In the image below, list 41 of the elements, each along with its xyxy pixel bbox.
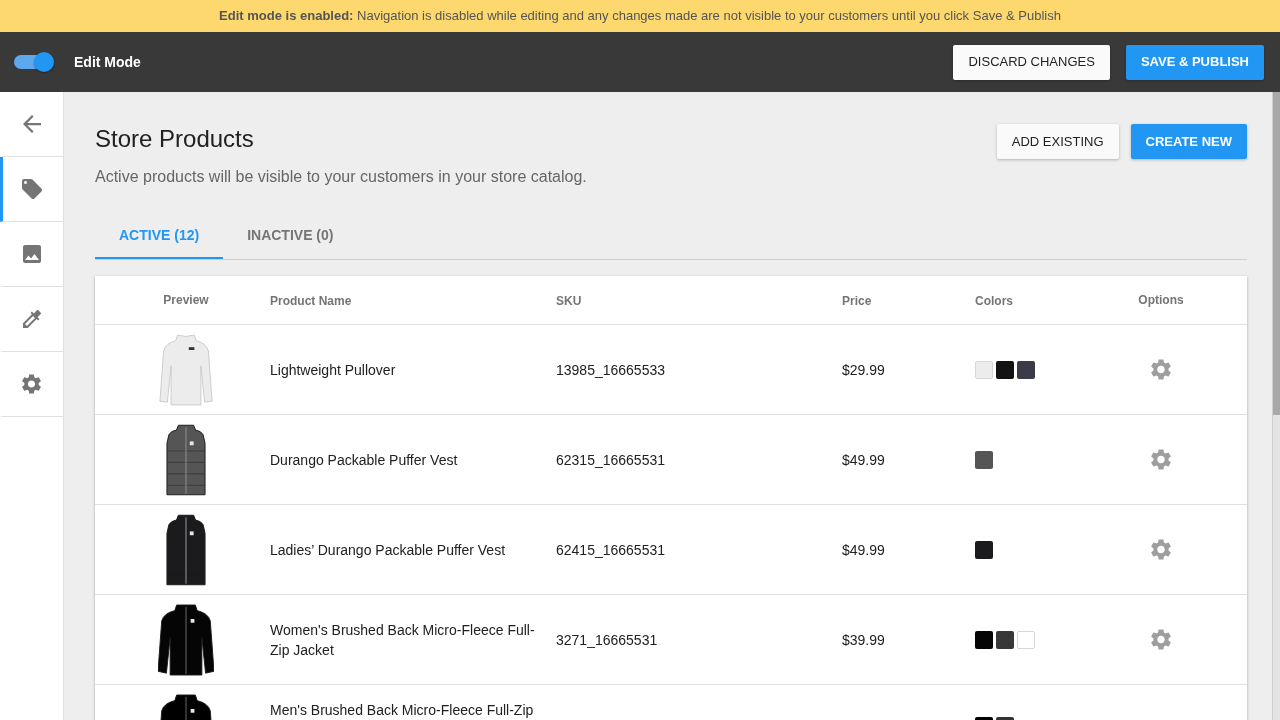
discard-changes-button[interactable]: DISCARD CHANGES <box>953 44 1110 80</box>
tab[interactable]: INACTIVE (0) <box>223 213 358 259</box>
price-text: $39.99 <box>842 631 885 648</box>
tab[interactable]: ACTIVE (12) <box>95 213 224 259</box>
page-subtitle: Active products will be visible to your customers in your store catalog. <box>95 167 587 187</box>
price-text: $29.99 <box>842 361 885 378</box>
scrollbar-thumb[interactable] <box>1273 92 1280 415</box>
create-new-button[interactable]: CREATE NEW <box>1130 124 1247 159</box>
page-title: Store Products <box>95 124 255 154</box>
sku-text: 3271_16665531 <box>556 631 658 648</box>
sku-text: 13985_16665533 <box>556 361 665 378</box>
column-header: Price <box>842 294 872 308</box>
settings-icon[interactable] <box>1151 359 1171 380</box>
settings-icon[interactable] <box>1151 449 1171 470</box>
column-header: SKU <box>556 294 582 308</box>
column-header: Colors <box>975 294 1013 308</box>
settings-icon[interactable] <box>1151 629 1171 650</box>
column-header: Preview <box>163 292 209 309</box>
add-existing-button[interactable]: ADD EXISTING <box>996 124 1119 159</box>
column-header: Options <box>1138 292 1184 309</box>
column-header: Product Name <box>270 294 352 308</box>
product-name: Men's Brushed Back Micro-Fleece Full-Zip <box>270 700 535 720</box>
back-arrow-icon <box>22 115 41 133</box>
product-name: Ladies’ Durango Packable Puffer Vest <box>270 540 507 560</box>
image-icon <box>22 245 41 263</box>
settings-icon[interactable] <box>1151 539 1171 560</box>
edit-mode-switch[interactable] <box>14 52 54 72</box>
tag-icon <box>21 179 42 199</box>
save-publish-button[interactable]: SAVE & PUBLISH <box>1125 44 1264 80</box>
sku-text: 62415_16665531 <box>556 541 665 558</box>
sidebar-item[interactable] <box>0 157 63 222</box>
eyedropper-icon <box>22 310 41 328</box>
price-text: $49.99 <box>842 451 885 468</box>
product-name: Durango Packable Puffer Vest <box>270 450 459 470</box>
edit-mode-label: Edit Mode <box>74 52 141 72</box>
product-name: Women's Brushed Back Micro-Fleece Full-Zip Jacket <box>270 620 536 660</box>
price-text: $49.99 <box>842 541 885 558</box>
product-name: Lightweight Pullover <box>270 360 397 380</box>
notice-text: Edit mode is enabled: Navigation is disabled while editing and any changes made are not visible to your customers until you click Save & Publish <box>219 7 1061 26</box>
sku-text: 62315_16665531 <box>556 451 665 468</box>
settings-icon <box>22 374 41 394</box>
